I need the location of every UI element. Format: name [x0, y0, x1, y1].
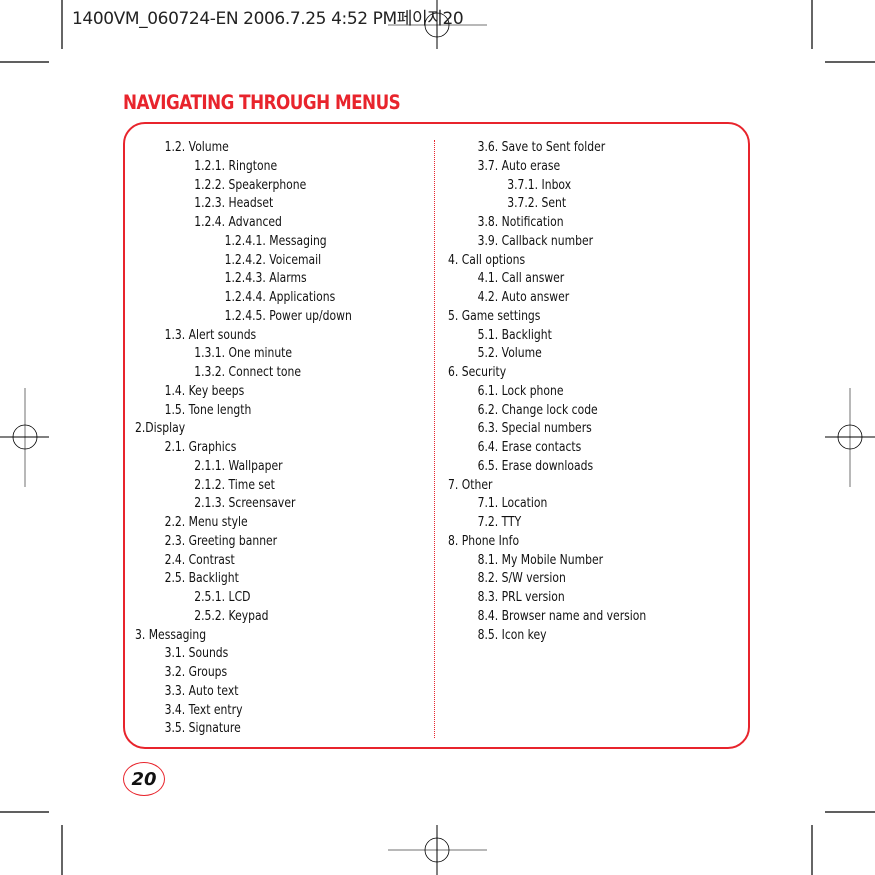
menu-item: 3.1. Sounds [164, 645, 229, 662]
menu-item: 1.2. Volume [164, 139, 229, 155]
menu-item: 2.2. Menu style [164, 514, 248, 530]
menu-item: 6.4. Erase contacts [477, 439, 582, 455]
menu-item: 2.1.1. Wallpaper [194, 457, 283, 474]
menu-item: 4.1. Call answer [477, 270, 565, 287]
menu-item: 7.1. Location [477, 495, 548, 512]
menu-item: 5. Game settings [448, 307, 541, 324]
menu-item: 1.3.1. One minute [194, 345, 293, 362]
menu-item: 1.2.4.1. Messaging [224, 232, 327, 249]
menu-item: 2.4. Contrast [164, 551, 235, 568]
menu-item: 8.5. Icon key [477, 626, 547, 643]
menu-item: 1.2.4.4. Applications [224, 289, 336, 305]
crop-mark-bottom-right [811, 811, 875, 875]
menu-item: 1.3. Alert sounds [164, 326, 257, 343]
menu-item: 2.1.2. Time set [194, 476, 275, 493]
menu-item: 3.3. Auto text [164, 682, 239, 699]
menu-item: 6.1. Lock phone [477, 382, 564, 399]
registration-mark-right [825, 388, 875, 487]
menu-item: 3.9. Callback number [477, 232, 594, 249]
crop-mark-bottom-left [0, 811, 63, 875]
menu-item: 8.3. PRL version [477, 589, 565, 605]
menu-item: 3.7.1. Inbox [507, 176, 572, 193]
menu-item: 4. Call options [448, 251, 526, 268]
print-slug-line: 1400VM_060724-EN 2006.7.25 4:52 PM페이지20 [72, 9, 464, 29]
menu-item: 1.5. Tone length [164, 401, 252, 418]
menu-item: 8.4. Browser name and version [477, 607, 647, 624]
menu-item: 1.2.2. Speakerphone [194, 176, 307, 193]
menu-item: 8.1. My Mobile Number [477, 551, 604, 568]
menu-item: 1.2.4.2. Voicemail [224, 251, 322, 268]
menu-item: 1.2.4. Advanced [194, 214, 282, 230]
crop-mark-top-right [811, 0, 875, 63]
menu-item: 4.2. Auto answer [477, 289, 570, 305]
crop-mark-top-left [0, 0, 63, 63]
menu-item: 1.3.2. Connect tone [194, 364, 301, 380]
menu-item: 2.5.2. Keypad [194, 607, 269, 624]
menu-item: 6.2. Change lock code [477, 401, 598, 418]
menu-item: 3. Messaging [135, 626, 207, 643]
menu-item: 3.5. Signature [164, 720, 241, 737]
menu-item: 3.7.2. Sent [507, 195, 567, 212]
menu-item: 6. Security [448, 364, 507, 380]
column-divider [434, 140, 435, 738]
menu-item: 7.2. TTY [477, 514, 522, 530]
menu-item: 7. Other [448, 476, 493, 493]
menu-item: 2.Display [135, 420, 186, 437]
menu-item: 3.4. Text entry [164, 701, 243, 718]
page-number: 20 [131, 768, 157, 790]
menu-item: 8. Phone Info [448, 532, 520, 549]
menu-item: 1.2.4.5. Power up/down [224, 307, 352, 324]
menu-item: 3.7. Auto erase [477, 157, 561, 174]
menu-item: 2.5.1. LCD [194, 589, 251, 605]
menu-item: 2.3. Greeting banner [164, 532, 278, 549]
menu-item: 3.6. Save to Sent folder [477, 139, 606, 155]
registration-mark-left [0, 388, 49, 487]
menu-item: 1.2.1. Ringtone [194, 157, 278, 174]
menu-tree-left-column: 1.2. Volume 1.2.1. Ringtone 1.2.2. Speaker… [135, 138, 406, 738]
menu-item: 1.4. Key beeps [164, 382, 245, 399]
menu-item: 3.8. Notification [477, 214, 564, 230]
menu-item: 6.5. Erase downloads [477, 457, 594, 474]
menu-item: 2.1. Graphics [164, 439, 237, 455]
menu-item: 6.3. Special numbers [477, 420, 592, 437]
menu-item: 2.1.3. Screensaver [194, 495, 296, 512]
menu-item: 3.2. Groups [164, 664, 228, 680]
menu-item: 1.2.3. Headset [194, 195, 274, 212]
menu-item: 2.5. Backlight [164, 570, 239, 587]
menu-item: 8.2. S/W version [477, 570, 566, 587]
menu-item: 5.1. Backlight [477, 326, 552, 343]
registration-mark-bottom [388, 825, 487, 875]
page-number-badge: 20 [123, 762, 165, 796]
menu-tree-right-column: 3.6. Save to Sent folder 3.7. Auto erase 3… [448, 138, 696, 644]
menu-item: 1.2.4.3. Alarms [224, 270, 307, 287]
menu-item: 5.2. Volume [477, 345, 542, 362]
page-title: NAVIGATING THROUGH MENUS [123, 91, 401, 114]
